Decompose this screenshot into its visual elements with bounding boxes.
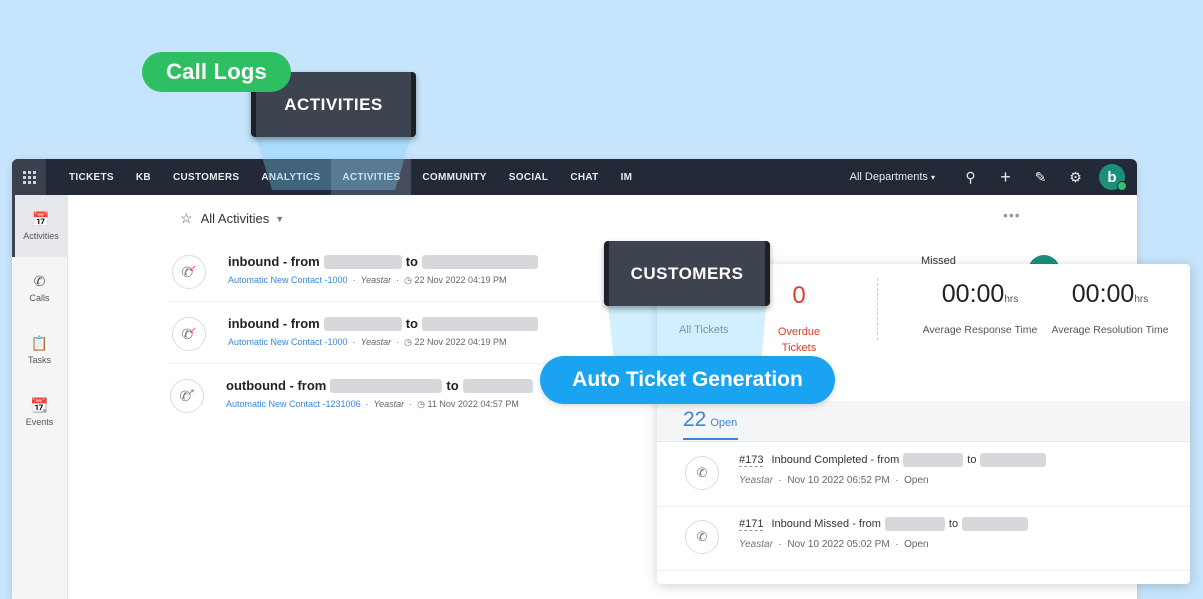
auto-ticket-generation-callout: Auto Ticket Generation xyxy=(540,356,835,404)
ticket-source: Yeastar xyxy=(739,475,773,486)
view-title: All Activities xyxy=(200,211,270,226)
nav-tab-customers[interactable]: CUSTOMERS xyxy=(162,159,250,195)
nav-tab-activities[interactable]: ACTIVITIES xyxy=(331,159,412,195)
star-icon[interactable]: ☆ xyxy=(180,210,193,227)
clock-icon: ◷ xyxy=(404,275,412,285)
activities-icon: 📅 xyxy=(32,211,50,227)
nav-tab-social[interactable]: SOCIAL xyxy=(498,159,560,195)
call-direction: inbound - from xyxy=(228,316,320,331)
call-direction: inbound - from xyxy=(228,254,320,269)
ticket-status: Open xyxy=(904,539,929,550)
search-icon[interactable]: ⚲ xyxy=(953,169,988,186)
sidebar-item-events[interactable]: 📆 Events xyxy=(12,381,67,443)
top-navigation-bar: TICKETS KB CUSTOMERS ANALYTICS ACTIVITIE… xyxy=(12,159,1137,195)
call-date: 22 Nov 2022 04:19 PM xyxy=(414,337,507,347)
calendar-icon: 📆 xyxy=(30,397,49,413)
main-nav: TICKETS KB CUSTOMERS ANALYTICS ACTIVITIE… xyxy=(58,159,643,195)
ticket-title[interactable]: Inbound Missed - from xyxy=(771,518,880,530)
customer-overview-panel: All Tickets 0 Overdue Tickets 00:00hrs Av… xyxy=(657,264,1190,584)
clock-icon: ◷ xyxy=(417,399,425,409)
call-source: Yeastar xyxy=(360,275,392,285)
sidebar-item-label: Tasks xyxy=(27,355,51,365)
activity-row[interactable]: ✆ ↙ inbound - from to Automatic New Contac… xyxy=(168,303,598,364)
clock-icon: ◷ xyxy=(404,337,412,347)
inbound-call-icon: ✆ ↙ xyxy=(172,317,206,351)
contact-link[interactable]: Automatic New Contact -1000 xyxy=(228,337,348,347)
open-tickets-tab-bar: 22 Open xyxy=(657,401,1190,442)
divider xyxy=(877,278,879,340)
ticket-row[interactable]: ✆ #171 Inbound Missed - from to Yeastar · … xyxy=(657,506,1190,571)
nav-tab-tickets[interactable]: TICKETS xyxy=(58,159,125,195)
sidebar-item-tasks[interactable]: 📋 Tasks xyxy=(12,319,67,381)
phone-icon: ✆ xyxy=(685,456,719,490)
ticket-number[interactable]: #171 xyxy=(739,518,764,531)
left-sidebar: 📅 Activities ✆ Calls 📋 Tasks 📆 Events xyxy=(12,195,68,599)
call-date: 11 Nov 2022 04:57 PM xyxy=(427,399,519,409)
app-grid-icon[interactable] xyxy=(12,159,46,195)
ticket-number[interactable]: #173 xyxy=(739,454,764,467)
call-to: to xyxy=(405,254,418,269)
phone-icon: ✆ xyxy=(685,520,719,554)
activity-row[interactable]: ✆ ↙ inbound - from to Automatic New Contac… xyxy=(168,241,598,302)
more-options-icon[interactable]: ••• xyxy=(1003,207,1021,223)
contact-link[interactable]: Automatic New Contact -1231006 xyxy=(226,399,361,409)
tab-open-tickets[interactable]: 22 Open xyxy=(683,408,737,432)
call-to: to xyxy=(405,316,418,331)
call-source: Yeastar xyxy=(360,337,392,347)
activity-row[interactable]: ✆ ↗ outbound - from to Automatic New Conta… xyxy=(168,365,598,425)
all-tickets-label[interactable]: All Tickets xyxy=(679,324,729,336)
avg-response-time: 00:00hrs xyxy=(941,280,1019,308)
ticket-title[interactable]: Inbound Completed - from xyxy=(771,454,899,466)
chevron-down-icon: ▼ xyxy=(275,213,285,224)
customers-callout: CUSTOMERS xyxy=(604,241,770,306)
inbound-call-icon: ✆ ↙ xyxy=(172,255,206,289)
nav-tab-im[interactable]: IM xyxy=(610,159,644,195)
sidebar-item-calls[interactable]: ✆ Calls xyxy=(12,257,67,319)
contact-link[interactable]: Automatic New Contact -1000 xyxy=(228,275,348,285)
avg-response-label: Average Response Time xyxy=(922,324,1038,336)
overdue-tickets-count[interactable]: 0 xyxy=(777,282,821,310)
call-logs-callout: Call Logs xyxy=(142,52,291,92)
sidebar-item-label: Calls xyxy=(29,293,50,303)
ticket-source: Yeastar xyxy=(739,539,773,550)
sidebar-item-activities[interactable]: 📅 Activities xyxy=(12,195,67,257)
call-direction: outbound - from xyxy=(226,378,327,393)
active-tab-underline xyxy=(683,438,738,440)
nav-tab-chat[interactable]: CHAT xyxy=(559,159,609,195)
ticket-date: Nov 10 2022 06:52 PM xyxy=(787,475,890,486)
nav-tab-community[interactable]: COMMUNITY xyxy=(411,159,497,195)
activities-view-selector[interactable]: ☆ All Activities ▼ xyxy=(180,210,284,227)
call-source: Yeastar xyxy=(373,399,405,409)
department-selector[interactable]: All Departments ▾ xyxy=(850,171,935,183)
nav-tab-analytics[interactable]: ANALYTICS xyxy=(250,159,331,195)
gear-icon[interactable]: ⚙ xyxy=(1058,169,1093,186)
ticket-status: Open xyxy=(904,475,929,486)
outbound-call-icon: ✆ ↗ xyxy=(170,379,204,413)
avg-resolution-time: 00:00hrs xyxy=(1071,280,1149,308)
phone-icon: ✆ xyxy=(33,273,46,289)
sidebar-item-label: Events xyxy=(25,417,54,427)
avg-resolution-label: Average Resolution Time xyxy=(1051,324,1169,336)
ticket-date: Nov 10 2022 05:02 PM xyxy=(787,539,890,550)
call-to: to xyxy=(446,378,459,393)
clipboard-icon: 📋 xyxy=(30,335,49,351)
sidebar-item-label: Activities xyxy=(23,231,59,241)
nav-tab-kb[interactable]: KB xyxy=(125,159,162,195)
compose-icon[interactable]: ✎ xyxy=(1023,169,1058,186)
call-date: 22 Nov 2022 04:19 PM xyxy=(414,275,507,285)
ticket-row[interactable]: ✆ #173 Inbound Completed - from to Yeastar… xyxy=(657,442,1190,507)
avatar[interactable]: b xyxy=(1099,164,1127,191)
plus-icon[interactable]: + xyxy=(988,167,1023,188)
overdue-tickets-label: Overdue Tickets xyxy=(777,326,821,354)
